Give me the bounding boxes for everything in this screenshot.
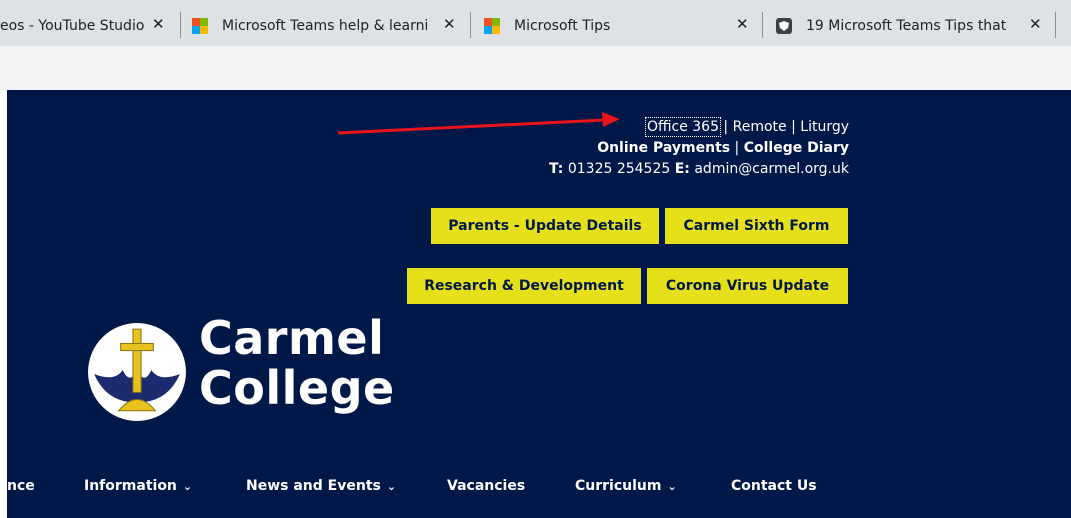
nav-label: Vacancies — [447, 478, 526, 494]
parents-update-details-button[interactable]: Parents - Update Details — [431, 208, 659, 244]
browser-tab-strip: eos - YouTube Studio ✕ Microsoft Teams h… — [0, 0, 1071, 46]
nav-item-curriculum[interactable]: Curriculum ⌄ — [575, 478, 677, 494]
sixth-form-button[interactable]: Carmel Sixth Form — [665, 208, 848, 244]
tab-title: Microsoft Teams help & learning — [222, 18, 427, 34]
corona-virus-update-button[interactable]: Corona Virus Update — [647, 268, 848, 304]
close-tab-icon[interactable]: ✕ — [152, 15, 165, 33]
nav-label: nce — [7, 478, 35, 494]
email-label: E: — [674, 161, 690, 177]
research-development-button[interactable]: Research & Development — [407, 268, 641, 304]
nav-item-truncated[interactable]: nce — [7, 478, 35, 494]
nav-label: News and Events — [246, 478, 381, 494]
microsoft-logo-icon — [484, 18, 500, 34]
close-tab-icon[interactable]: ✕ — [1029, 15, 1042, 33]
nav-label: Contact Us — [731, 478, 817, 494]
tab-separator — [762, 12, 763, 38]
college-wordmark: Carmel College — [199, 313, 395, 413]
chevron-down-icon: ⌄ — [386, 480, 397, 493]
college-logo[interactable]: Carmel College — [86, 313, 436, 427]
contact-row: T: 01325 254525 E: admin@carmel.org.uk — [549, 159, 849, 180]
tab-title: Microsoft Tips — [514, 18, 611, 34]
tab-title: eos - YouTube Studio — [0, 18, 145, 34]
office-365-link[interactable]: Office 365 — [644, 117, 721, 137]
top-links-row-2: Online Payments | College Diary — [549, 138, 849, 159]
top-links-row-1: Office 365 | Remote | Liturgy — [549, 117, 849, 138]
browser-toolbar — [0, 46, 1071, 90]
phone-number: 01325 254525 — [563, 161, 675, 177]
college-crest-icon — [88, 323, 186, 421]
wordmark-line-1: Carmel — [199, 311, 385, 365]
tab-youtube-studio[interactable]: eos - YouTube Studio ✕ — [0, 6, 180, 46]
carmel-college-header: Office 365 | Remote | Liturgy Online Pay… — [7, 90, 1071, 518]
tab-title: 19 Microsoft Teams Tips that will — [806, 18, 1006, 34]
online-payments-link[interactable]: Online Payments — [597, 140, 730, 156]
tab-microsoft-tips[interactable]: Microsoft Tips ✕ — [484, 6, 759, 46]
nav-item-vacancies[interactable]: Vacancies — [447, 478, 525, 494]
link-separator: | — [730, 140, 744, 156]
top-links: Office 365 | Remote | Liturgy Online Pay… — [549, 117, 849, 180]
nav-item-contact-us[interactable]: Contact Us — [731, 478, 817, 494]
nav-label: Information — [84, 478, 177, 494]
close-tab-icon[interactable]: ✕ — [443, 15, 456, 33]
college-diary-link[interactable]: College Diary — [744, 140, 849, 156]
tab-separator — [470, 12, 471, 38]
link-separator: | — [786, 119, 801, 135]
email-link[interactable]: admin@carmel.org.uk — [690, 161, 849, 177]
close-tab-icon[interactable]: ✕ — [736, 15, 749, 33]
main-navigation: nce Information ⌄ News and Events ⌄ Vacanc… — [7, 478, 1071, 502]
chevron-down-icon: ⌄ — [182, 480, 193, 493]
tab-teams-tips[interactable]: 19 Microsoft Teams Tips that will ✕ — [776, 6, 1056, 46]
shield-icon — [776, 18, 792, 34]
liturgy-link[interactable]: Liturgy — [800, 119, 849, 135]
phone-label: T: — [549, 161, 564, 177]
microsoft-logo-icon — [192, 18, 208, 34]
nav-item-news-and-events[interactable]: News and Events ⌄ — [246, 478, 396, 494]
tab-separator — [1055, 12, 1056, 38]
nav-label: Curriculum — [575, 478, 662, 494]
nav-item-information[interactable]: Information ⌄ — [84, 478, 192, 494]
tab-separator — [180, 12, 181, 38]
link-separator: | — [718, 119, 733, 135]
wordmark-line-2: College — [199, 361, 395, 415]
tab-teams-help[interactable]: Microsoft Teams help & learning ✕ — [192, 6, 467, 46]
remote-link[interactable]: Remote — [733, 119, 787, 135]
chevron-down-icon: ⌄ — [667, 480, 677, 493]
